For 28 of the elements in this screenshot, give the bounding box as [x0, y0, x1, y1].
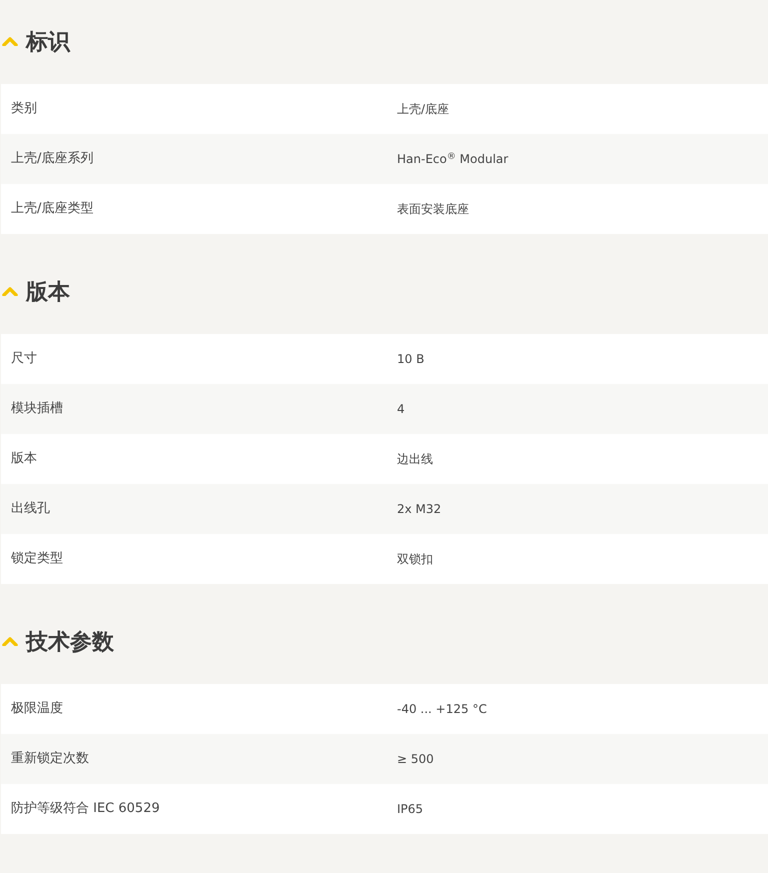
spec-value: ≥ 500 [397, 751, 435, 768]
spec-label: 出线孔 [10, 500, 51, 518]
spec-label: 上壳/底座系列 [10, 150, 94, 168]
spec-value: 2x M32 [397, 501, 442, 518]
spec-label: 防护等级符合 IEC 60529 [10, 800, 161, 818]
section-header[interactable]: 版本 [0, 250, 768, 334]
chevron-up-icon [2, 286, 18, 296]
chevron-up-icon [2, 636, 18, 646]
spec-label: 模块插槽 [10, 400, 64, 418]
spec-label: 上壳/底座类型 [10, 200, 94, 218]
spec-label: 极限温度 [10, 700, 64, 718]
spec-value: 双锁扣 [397, 551, 434, 568]
spec-label: 锁定类型 [10, 550, 64, 568]
spec-value: 上壳/底座 [397, 101, 450, 118]
spec-value: 边出线 [397, 451, 434, 468]
spec-value: -40 ... +125 °C [397, 701, 488, 718]
spec-value: 10 B [397, 351, 426, 368]
spec-label: 尺寸 [10, 350, 38, 368]
spec-label: 重新锁定次数 [10, 750, 90, 768]
spec-value: 表面安装底座 [397, 201, 470, 218]
spec-value: 4 [397, 401, 406, 418]
section-header[interactable]: 技术参数 [0, 600, 768, 684]
spec-value: Han-Eco$^{®}$ Modular [397, 150, 510, 168]
spec-label: 版本 [10, 450, 38, 468]
spec-value: IP65 [397, 801, 424, 818]
section-header[interactable]: 标识 [0, 0, 768, 84]
spec-label: 类别 [10, 100, 38, 118]
chevron-up-icon [2, 36, 18, 46]
